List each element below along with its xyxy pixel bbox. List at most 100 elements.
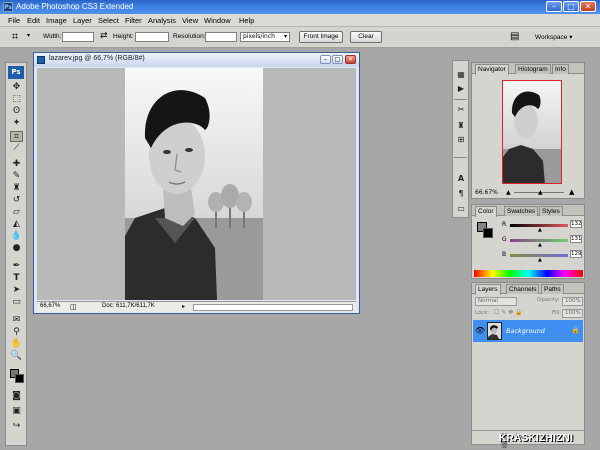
move-tool-icon[interactable]: ✥ xyxy=(10,82,23,93)
red-label: R xyxy=(502,221,507,228)
minimize-button[interactable]: – xyxy=(546,1,562,12)
animation-panel-icon[interactable]: ▭ xyxy=(456,204,466,214)
history-brush-icon[interactable]: ↺ xyxy=(10,195,23,206)
status-menu-icon[interactable]: ◫ xyxy=(70,303,77,311)
red-value-field[interactable]: 132 xyxy=(570,220,582,228)
shape-tool-icon[interactable]: ▭ xyxy=(10,297,23,308)
clear-button[interactable]: Clear xyxy=(350,31,382,43)
tab-styles[interactable]: Styles xyxy=(539,206,563,216)
character-panel-icon[interactable]: A xyxy=(456,174,466,184)
tab-channels[interactable]: Channels xyxy=(506,284,540,294)
workspace-menu[interactable]: Workspace ▾ xyxy=(535,33,572,41)
clone-stamp-icon[interactable]: ♜ xyxy=(10,183,23,194)
path-select-tool-icon[interactable]: ➤ xyxy=(10,285,23,296)
tab-paths[interactable]: Paths xyxy=(541,284,564,294)
resolution-unit-select[interactable]: pixels/inch xyxy=(240,32,290,42)
swap-icon[interactable]: ⇄ xyxy=(100,31,108,41)
status-arrow-icon[interactable]: ▸ xyxy=(182,303,185,310)
blend-mode-select[interactable]: Normal xyxy=(475,297,517,306)
menu-edit[interactable]: Edit xyxy=(27,16,40,25)
palette-well-icon[interactable]: ▤ xyxy=(510,31,519,42)
eraser-tool-icon[interactable]: ▱ xyxy=(10,207,23,218)
menu-help[interactable]: Help xyxy=(239,16,254,25)
green-value-field[interactable]: 131 xyxy=(570,235,582,243)
dock-divider xyxy=(454,99,467,100)
navigator-zoom[interactable]: 66.67% xyxy=(475,189,498,196)
gradient-tool-icon[interactable]: ◭ xyxy=(10,219,23,230)
horizontal-scrollbar[interactable] xyxy=(193,304,353,311)
clone-source-icon[interactable]: ♜ xyxy=(456,121,466,131)
edit-in-imageready-icon[interactable]: ↪ xyxy=(10,421,23,432)
close-button[interactable]: ✕ xyxy=(580,1,596,12)
doc-close-button[interactable]: ✕ xyxy=(345,55,356,64)
canvas-area[interactable] xyxy=(37,68,356,300)
tab-histogram[interactable]: Histogram xyxy=(515,64,551,74)
healing-brush-icon[interactable]: ✚ xyxy=(10,159,23,170)
zoom-in-icon[interactable]: ▲ xyxy=(569,188,574,196)
lasso-tool-icon[interactable]: ʘ xyxy=(10,106,23,117)
doc-minimize-button[interactable]: – xyxy=(320,55,331,64)
visibility-eye-icon[interactable]: 👁 xyxy=(475,326,485,335)
opacity-field[interactable]: 100% xyxy=(562,297,583,306)
menu-analysis[interactable]: Analysis xyxy=(148,16,176,25)
fill-field[interactable]: 100% xyxy=(562,309,583,318)
tab-swatches[interactable]: Swatches xyxy=(504,206,539,216)
paragraph-panel-icon[interactable]: ¶ xyxy=(456,189,466,199)
document-zoom[interactable]: 66,67% xyxy=(40,303,60,309)
eyedropper-tool-icon[interactable]: ⚲ xyxy=(10,327,23,338)
layer-comps-icon[interactable]: ⊞ xyxy=(456,135,466,145)
crop-icon[interactable]: ⌗ xyxy=(12,30,18,44)
brush-tool-icon[interactable]: ✎ xyxy=(10,171,23,182)
tool-preset-chevron-icon[interactable]: ▾ xyxy=(27,32,30,39)
quick-mask-icon[interactable]: ◙ xyxy=(10,391,23,402)
tab-info[interactable]: Info xyxy=(552,64,569,74)
zoom-tool-icon[interactable]: 🔍 xyxy=(10,351,23,362)
lock-options-icon[interactable]: ☐ ✎ ✥ 🔒 xyxy=(494,309,523,316)
document-title-bar[interactable]: lazarev.jpg @ 66,7% (RGB/8#) – □ ✕ xyxy=(34,53,359,67)
tab-layers[interactable]: Layers xyxy=(475,284,501,295)
menu-file[interactable]: File xyxy=(8,16,20,25)
notes-tool-icon[interactable]: ✉ xyxy=(10,315,23,326)
zoom-out-icon[interactable]: ▲ xyxy=(506,189,511,196)
tab-navigator[interactable]: Navigator xyxy=(475,64,509,75)
tab-color[interactable]: Color xyxy=(475,206,497,217)
screen-mode-icon[interactable]: ▣ xyxy=(10,406,23,417)
maximize-button[interactable]: □ xyxy=(563,1,579,12)
background-color-swatch[interactable] xyxy=(15,374,24,383)
navigator-tabs: Navigator Histogram Info xyxy=(472,63,584,75)
height-field[interactable] xyxy=(135,32,169,42)
actions-panel-icon[interactable]: ▶ xyxy=(456,84,466,94)
zoom-slider-knob[interactable]: ▲ xyxy=(538,189,543,196)
color-background-swatch[interactable] xyxy=(483,228,493,238)
red-slider-knob[interactable]: ▲ xyxy=(538,227,542,233)
blue-slider-knob[interactable]: ▲ xyxy=(538,257,542,263)
width-field[interactable] xyxy=(62,32,94,42)
lock-label: Lock: xyxy=(475,310,490,316)
magic-wand-tool-icon[interactable]: ✦ xyxy=(10,118,23,129)
menu-select[interactable]: Select xyxy=(98,16,119,25)
green-slider-knob[interactable]: ▲ xyxy=(538,242,542,248)
doc-maximize-button[interactable]: □ xyxy=(332,55,343,64)
menu-layer[interactable]: Layer xyxy=(73,16,92,25)
pen-tool-icon[interactable]: ✒ xyxy=(10,261,23,272)
blur-tool-icon[interactable]: 💧 xyxy=(10,231,23,242)
hand-tool-icon[interactable]: ✋ xyxy=(10,339,23,350)
dodge-tool-icon[interactable]: ● xyxy=(10,243,23,254)
blue-value-field[interactable]: 129 xyxy=(570,250,582,258)
layer-row-background[interactable]: 👁 Background 🔒 xyxy=(473,320,583,342)
crop-tool-icon[interactable]: ⌗ xyxy=(10,131,23,142)
slice-tool-icon[interactable]: ⟋ xyxy=(10,143,23,154)
color-spectrum-ramp[interactable] xyxy=(474,270,583,277)
tool-presets-icon[interactable]: ✂ xyxy=(456,105,466,115)
menu-filter[interactable]: Filter xyxy=(125,16,142,25)
layer-name[interactable]: Background xyxy=(506,327,545,335)
brushes-panel-icon[interactable]: ▦ xyxy=(456,70,466,80)
resolution-field[interactable] xyxy=(205,32,237,42)
front-image-button[interactable]: Front Image xyxy=(299,31,343,43)
menu-view[interactable]: View xyxy=(182,16,198,25)
menu-window[interactable]: Window xyxy=(204,16,231,25)
menu-image[interactable]: Image xyxy=(46,16,67,25)
type-tool-icon[interactable]: T xyxy=(10,273,23,284)
navigator-preview[interactable] xyxy=(502,80,562,184)
marquee-tool-icon[interactable]: ⬚ xyxy=(10,94,23,105)
